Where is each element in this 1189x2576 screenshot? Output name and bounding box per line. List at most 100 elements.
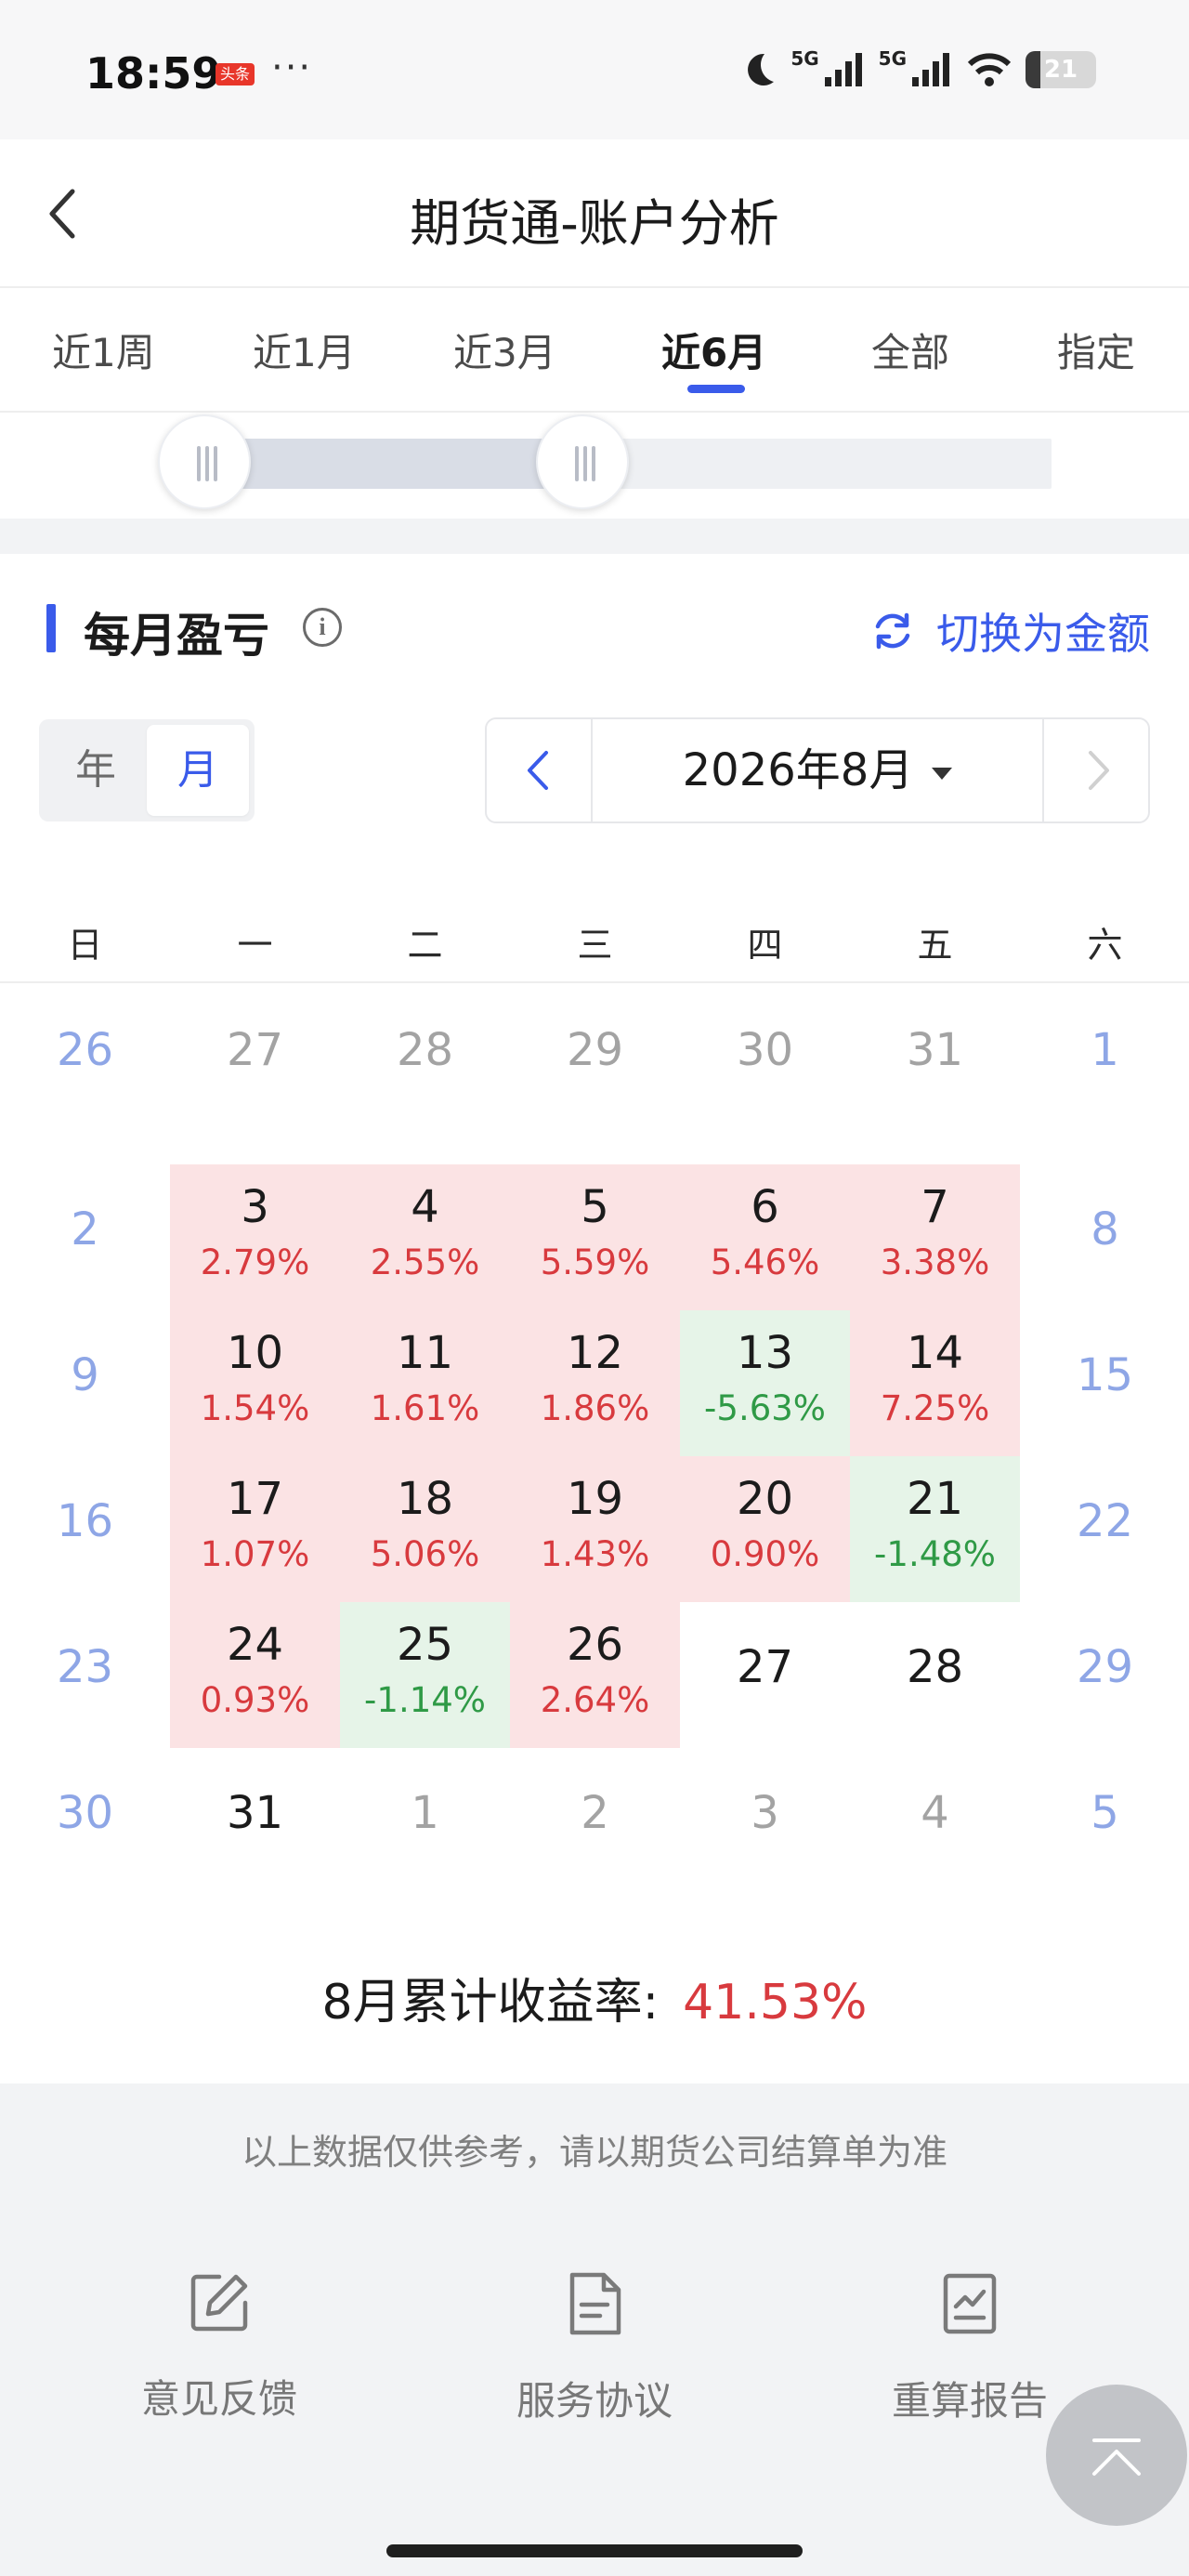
refresh-icon [875,612,910,650]
day-number: 13 [736,1327,794,1379]
day-number: 11 [396,1327,454,1379]
calendar-day[interactable]: 1 [1020,985,1189,1131]
daily-return: -1.14% [364,1680,486,1720]
calendar-day[interactable]: 30 [0,1748,170,1894]
daily-return: 2.55% [370,1242,480,1282]
tab-1-week[interactable]: 近1周 [52,322,155,378]
day-number: 7 [921,1181,949,1233]
calendar-day[interactable]: 14 7.25% [850,1310,1020,1456]
selected-month-label: 2026年8月 [682,744,914,796]
daily-return: 0.93% [200,1680,310,1720]
calendar-day[interactable]: 15 [1020,1310,1189,1456]
calendar-day[interactable]: 3 2.79% [170,1164,340,1310]
calendar-day[interactable]: 27 [170,985,340,1131]
info-icon[interactable]: i [303,608,342,647]
feedback-label: 意见反馈 [140,2376,297,2422]
toggle-month[interactable]: 月 [147,725,249,816]
daily-return: 2.64% [540,1680,650,1720]
weekday-label: 日 [67,925,103,966]
calendar-day[interactable]: 23 [0,1602,170,1748]
calendar-day[interactable]: 24 0.93% [170,1602,340,1748]
calendar-day[interactable]: 21 -1.48% [850,1456,1020,1602]
service-agreement-label: 服务协议 [516,2378,673,2424]
calendar-day[interactable]: 18 5.06% [340,1456,510,1602]
summary-value: 41.53% [683,1975,868,2031]
calendar-day[interactable]: 3 [680,1748,850,1894]
range-end-handle[interactable] [536,414,630,509]
calendar-day[interactable]: 13 -5.63% [680,1310,850,1456]
status-icons: 5G 5G 21 [738,47,1096,89]
tab-all[interactable]: 全部 [871,322,949,378]
calendar-day[interactable]: 10 1.54% [170,1310,340,1456]
daily-return: 1.07% [200,1534,310,1574]
toggle-year[interactable]: 年 [45,725,147,816]
tab-custom[interactable]: 指定 [1057,322,1135,378]
next-month-button[interactable] [1042,719,1148,821]
day-number: 27 [736,1641,794,1693]
weekday-label: 四 [747,925,783,966]
calendar-day[interactable]: 17 1.07% [170,1456,340,1602]
status-bar: 18:59 头条 ··· 5G 5G 21 [0,0,1189,139]
day-number: 23 [56,1641,114,1693]
feedback-button[interactable]: 意见反馈 [98,2271,340,2425]
calendar-day[interactable]: 30 [680,985,850,1131]
calendar-day[interactable]: 20 0.90% [680,1456,850,1602]
calendar-day[interactable]: 5 5.59% [510,1164,680,1310]
calendar-day[interactable]: 26 2.64% [510,1602,680,1748]
calendar-day[interactable]: 28 [340,985,510,1131]
switch-to-amount-button[interactable]: 切换为金额 [869,600,1150,662]
drag-grip-icon [575,446,596,481]
calendar-day[interactable]: 12 1.86% [510,1310,680,1456]
day-number: 31 [226,1787,284,1839]
weekday-label: 五 [917,925,953,966]
day-number: 17 [226,1473,284,1525]
daily-return: 1.61% [370,1388,480,1428]
day-number: 4 [411,1181,439,1233]
calendar-day[interactable]: 2 [510,1748,680,1894]
weekday-label: 三 [577,925,613,966]
calendar-day[interactable]: 26 [0,985,170,1131]
range-start-handle[interactable] [158,414,251,509]
calendar-day[interactable]: 4 [850,1748,1020,1894]
calendar-day[interactable]: 6 5.46% [680,1164,850,1310]
wifi-icon [967,53,1012,86]
calendar-day[interactable]: 11 1.61% [340,1310,510,1456]
day-number: 30 [736,1024,794,1076]
calendar-day[interactable]: 8 [1020,1164,1189,1310]
calendar-day[interactable]: 31 [170,1748,340,1894]
month-select[interactable]: 2026年8月 [593,719,1042,821]
calendar-day[interactable]: 19 1.43% [510,1456,680,1602]
weekday-label: 六 [1087,925,1123,966]
scroll-to-top-button[interactable] [1046,2385,1187,2526]
calendar-day[interactable]: 1 [340,1748,510,1894]
home-indicator[interactable] [386,2544,803,2557]
tab-1-month[interactable]: 近1月 [253,322,356,378]
tab-6-months[interactable]: 近6月 [661,322,766,378]
previous-month-button[interactable] [487,719,593,821]
calendar-day[interactable]: 25 -1.14% [340,1602,510,1748]
calendar-day[interactable]: 22 [1020,1456,1189,1602]
daily-return: 0.90% [710,1534,820,1574]
tab-3-months[interactable]: 近3月 [453,322,556,378]
calendar-day[interactable]: 31 [850,985,1020,1131]
chevron-left-icon [528,751,548,790]
calendar-day[interactable]: 2 [0,1164,170,1310]
service-agreement-button[interactable]: 服务协议 [474,2271,715,2426]
daily-return: 3.38% [880,1242,990,1282]
day-number: 3 [751,1787,779,1839]
calendar-day[interactable]: 16 [0,1456,170,1602]
calendar-day[interactable]: 9 [0,1310,170,1456]
calendar-day[interactable]: 4 2.55% [340,1164,510,1310]
daily-return: 2.79% [200,1242,310,1282]
day-number: 8 [1091,1203,1119,1255]
summary-label: 8月累计收益率: [321,1975,660,2031]
calendar-day[interactable]: 29 [1020,1602,1189,1748]
day-number: 29 [1076,1641,1134,1693]
calendar-day[interactable]: 27 [680,1602,850,1748]
calendar-day[interactable]: 29 [510,985,680,1131]
chevron-right-icon [1089,751,1109,790]
calendar-day[interactable]: 5 [1020,1748,1189,1894]
calendar-day[interactable]: 28 [850,1602,1020,1748]
day-number: 28 [396,1024,454,1076]
calendar-day[interactable]: 7 3.38% [850,1164,1020,1310]
